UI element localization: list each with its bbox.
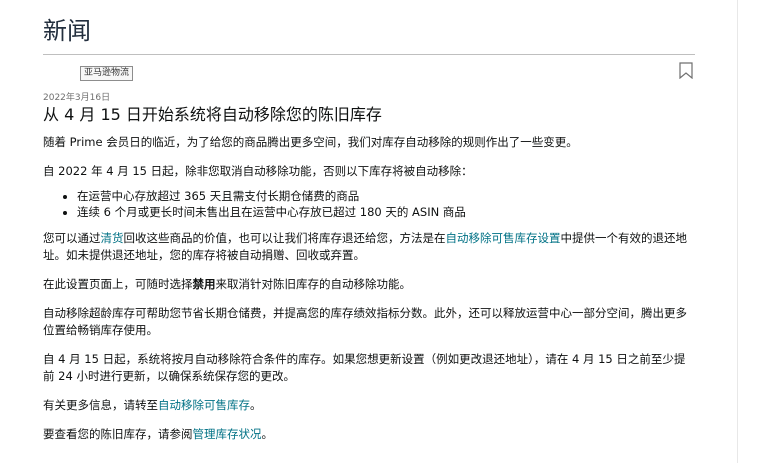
- paragraph-intro: 随着 Prime 会员日的临近，为了给您的商品腾出更多空间，我们对库存自动移除的…: [43, 135, 578, 149]
- article-headline: 从 4 月 15 日开始系统将自动移除您的陈旧库存: [43, 105, 382, 124]
- paragraph-schedule: 自 4 月 15 日起，系统将按月自动移除符合条件的库存。如果您想更新设置（例如…: [43, 352, 686, 383]
- paragraph-more-info: 有关更多信息，请转至自动移除可售库存。: [43, 397, 693, 414]
- list-item: 连续 6 个月或更长时间未售出且在运营中心存放已超过 180 天的 ASIN 商…: [77, 204, 693, 220]
- paragraph-benefits: 自动移除超龄库存可帮助您节省长期仓储费，并提高您的库存绩效指标分数。此外，还可以…: [43, 306, 687, 337]
- text-segment: 回收这些商品的价值，也可以让我们将库存退还给您，方法是在: [123, 231, 446, 245]
- text-segment: 要查看您的陈旧库存，请参阅: [43, 427, 193, 441]
- text-segment: 来取消针对陈旧库存的自动移除功能。: [215, 277, 412, 291]
- paragraph-options: 您可以通过清货回收这些商品的价值，也可以让我们将库存退还给您，方法是在自动移除可…: [43, 230, 693, 264]
- article-date: 2022年3月16日: [43, 93, 111, 103]
- paragraph-effective-date: 自 2022 年 4 月 15 日起，除非您取消自动移除功能，否则以下库存将被自…: [43, 164, 473, 178]
- removal-criteria-list: 在运营中心存放超过 365 天且需支付长期仓储费的商品 连续 6 个月或更长时间…: [43, 188, 693, 220]
- liquidation-link[interactable]: 清货: [101, 231, 124, 245]
- paragraph-view-inventory: 要查看您的陈旧库存，请参阅管理库存状况。: [43, 426, 693, 443]
- text-segment: 有关更多信息，请转至: [43, 398, 158, 412]
- text-segment: 。: [261, 427, 274, 441]
- disable-term: 禁用: [192, 277, 216, 291]
- category-tag[interactable]: 亚马逊物流: [80, 66, 134, 81]
- right-divider: [737, 0, 738, 463]
- list-item: 在运营中心存放超过 365 天且需支付长期仓储费的商品: [77, 188, 693, 204]
- auto-removal-link[interactable]: 自动移除可售库存: [158, 398, 250, 412]
- manage-inventory-health-link[interactable]: 管理库存状况: [193, 427, 262, 441]
- paragraph-disable: 在此设置页面上，可随时选择禁用来取消针对陈旧库存的自动移除功能。: [43, 276, 693, 293]
- title-divider: [43, 54, 695, 55]
- bookmark-icon[interactable]: [679, 62, 693, 79]
- article-body: 随着 Prime 会员日的临近，为了给您的商品腾出更多空间，我们对库存自动移除的…: [43, 134, 693, 443]
- auto-removal-settings-link[interactable]: 自动移除可售库存设置: [446, 231, 561, 245]
- text-segment: 。: [250, 398, 262, 412]
- page-title: 新闻: [43, 17, 91, 45]
- text-segment: 您可以通过: [43, 231, 101, 245]
- text-segment: 在此设置页面上，可随时选择: [43, 277, 193, 291]
